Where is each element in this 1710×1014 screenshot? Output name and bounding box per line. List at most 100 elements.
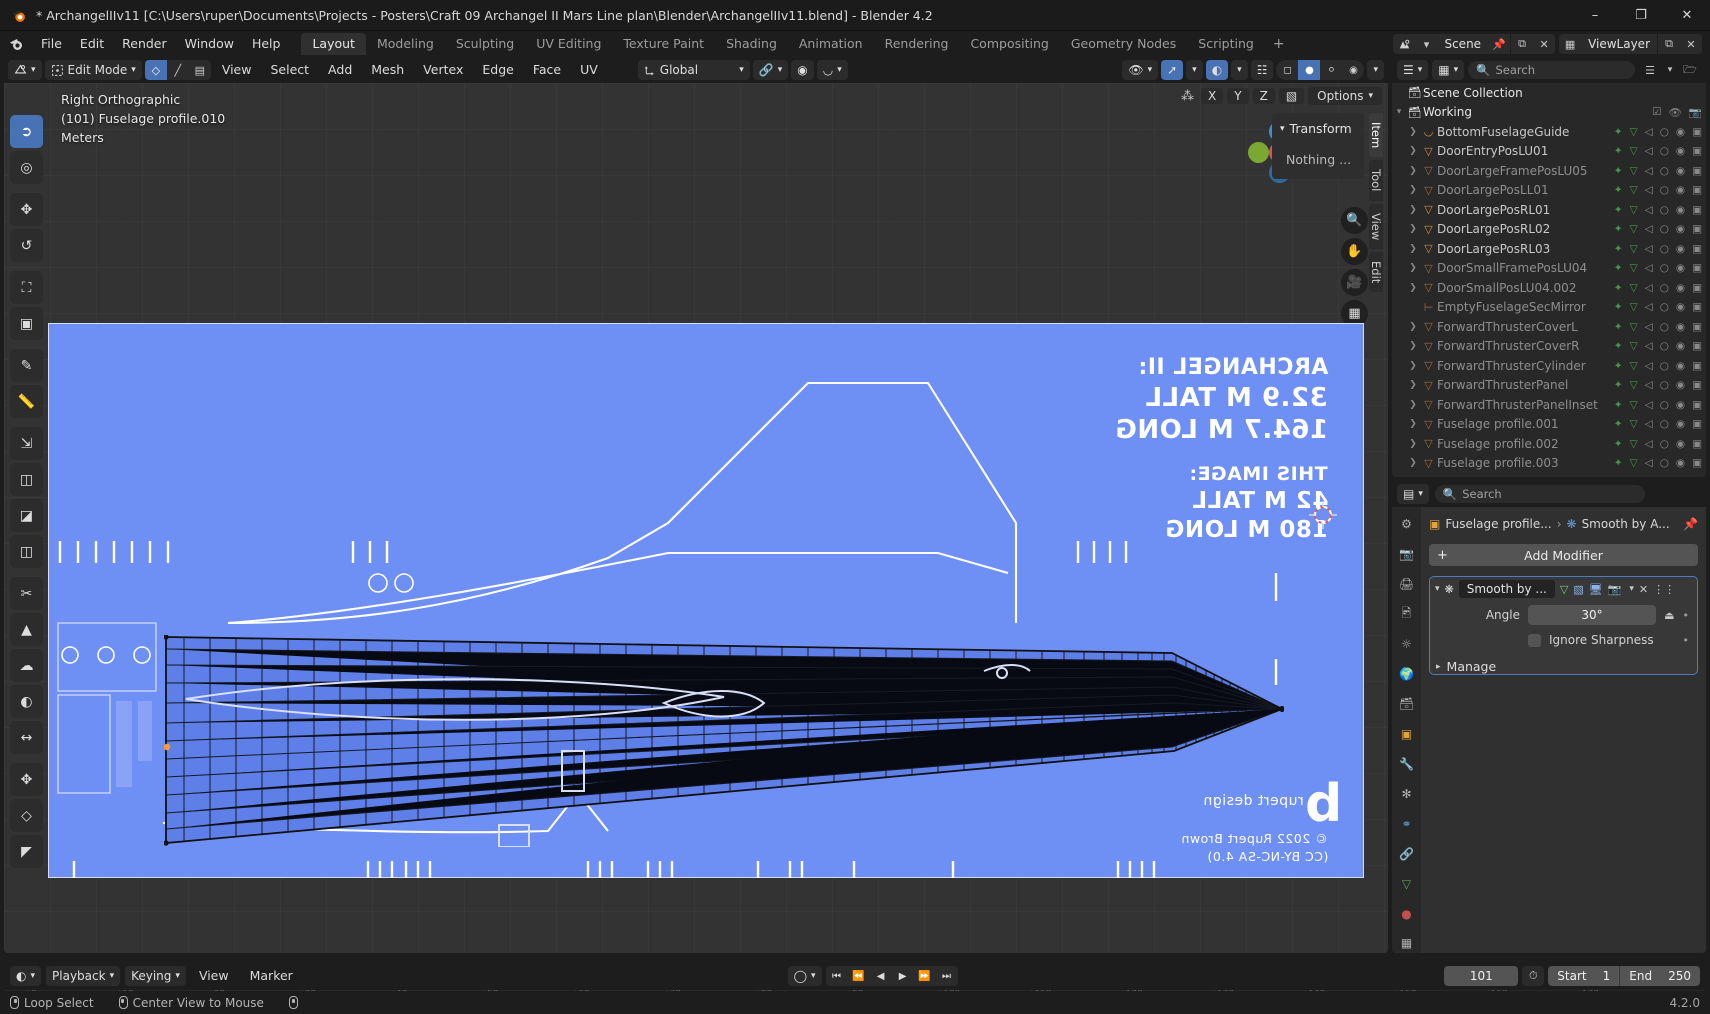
outliner-object-row[interactable]: ❯ ▽ ForwardThrusterPanelInset ✦ ▽ ◁ ○ ◉ ▣	[1392, 395, 1706, 415]
tool-bevel-icon[interactable]: ◪	[10, 499, 43, 532]
modifier-name[interactable]: Smooth by ...	[1458, 580, 1555, 598]
play-reverse-button[interactable]: ◀	[870, 966, 892, 986]
disable-in-viewports-icon[interactable]: ○	[1660, 301, 1669, 313]
camera-icon[interactable]: ▣	[1692, 282, 1702, 294]
ignore-sharpness-checkbox[interactable]	[1528, 633, 1541, 647]
expand-chevron-icon[interactable]: ❯	[1406, 380, 1420, 390]
new-scene-icon[interactable]: ⧉	[1511, 34, 1533, 54]
timeline-marker-menu[interactable]: Marker	[242, 966, 301, 986]
disable-in-viewports-icon[interactable]: ○	[1660, 418, 1669, 430]
hide-in-viewport-icon[interactable]: ◁	[1645, 301, 1653, 313]
properties-tab-collection[interactable]: 🗃	[1396, 695, 1417, 714]
realtime-display-icon[interactable]: ▧	[1573, 583, 1583, 596]
camera-icon[interactable]: ▣	[1692, 399, 1702, 411]
camera-icon[interactable]: ▣	[1692, 184, 1702, 196]
menu-help[interactable]: Help	[243, 33, 290, 55]
camera-icon[interactable]: ▣	[1692, 145, 1702, 157]
properties-tab-world[interactable]: 🌍	[1396, 665, 1417, 684]
eye-icon[interactable]: ◉	[1676, 438, 1685, 450]
tool-inset-faces-icon[interactable]: ◫	[10, 463, 43, 496]
shading-solid-icon[interactable]: ●	[1298, 60, 1321, 80]
hide-in-viewport-icon[interactable]: ◁	[1645, 457, 1653, 469]
viewlayer-name[interactable]: ViewLayer	[1581, 34, 1657, 54]
properties-tab-constraints[interactable]: 🔗	[1396, 844, 1417, 863]
modifier-badge-icon[interactable]: ✦	[1614, 418, 1623, 430]
hide-in-viewport-icon[interactable]: ◁	[1645, 243, 1653, 255]
shading-material-icon[interactable]: ⚪	[1320, 60, 1342, 80]
interaction-mode-selector[interactable]: Edit Mode ▾	[44, 60, 142, 80]
auto-keying-toggle[interactable]: ◯ ▾	[787, 966, 822, 986]
play-button[interactable]: ▶	[892, 966, 914, 986]
jump-to-start-button[interactable]: ⏮	[826, 966, 848, 986]
properties-tab-scene[interactable]: ☼	[1396, 635, 1417, 654]
disable-in-viewports-icon[interactable]: ○	[1660, 262, 1669, 274]
camera-icon[interactable]: ▣	[1692, 360, 1702, 372]
scene-selector[interactable]: ▾ Scene 📌 ⧉ ✕	[1393, 34, 1556, 54]
timeline-playback-menu[interactable]: Playback ▾	[46, 966, 121, 986]
menu-file[interactable]: File	[32, 33, 71, 55]
remove-viewlayer-icon[interactable]: ✕	[1680, 34, 1702, 54]
chevron-down-icon[interactable]: ▾	[1435, 584, 1440, 594]
tool-smooth-icon[interactable]: ◐	[10, 685, 43, 718]
modifier-badge-icon[interactable]: ✦	[1614, 438, 1623, 450]
camera-icon[interactable]: ▣	[1692, 301, 1702, 313]
tool-extrude-icon[interactable]: ⇲	[10, 427, 43, 460]
tool-tweak-icon[interactable]: ➲	[10, 115, 43, 148]
expand-chevron-icon[interactable]: ❯	[1406, 341, 1420, 351]
properties-editor-type-button[interactable]: ▤ ▾	[1397, 484, 1429, 504]
camera-icon[interactable]: ▣	[1692, 126, 1702, 138]
blender-menu-icon[interactable]	[8, 36, 24, 52]
breadcrumb-object-label[interactable]: Fuselage profile...	[1445, 517, 1551, 531]
viewport-menu-edge[interactable]: Edge	[474, 60, 521, 80]
hide-in-viewport-icon[interactable]: ◁	[1645, 379, 1653, 391]
hide-in-viewport-icon[interactable]: 👁	[1669, 106, 1682, 119]
start-frame-field[interactable]: Start 1	[1548, 966, 1619, 986]
disable-in-viewports-icon[interactable]: ○	[1660, 282, 1669, 294]
mesh-data-badge-icon[interactable]: ▽	[1630, 379, 1638, 391]
zoom-view-button[interactable]: 🔍	[1341, 207, 1368, 234]
outliner-object-row[interactable]: ❯ ▽ Fuselage profile.002 ✦ ▽ ◁ ○ ◉ ▣	[1392, 434, 1706, 454]
proportional-falloff-button[interactable]: ◡ ▾	[816, 60, 848, 80]
angle-value-field[interactable]: 30°	[1528, 605, 1657, 625]
mesh-data-badge-icon[interactable]: ▽	[1630, 165, 1638, 177]
toggle-camera-view-button[interactable]: 🎥	[1341, 269, 1368, 296]
eye-icon[interactable]: ◉	[1676, 126, 1685, 138]
mesh-data-badge-icon[interactable]: ▽	[1630, 399, 1638, 411]
properties-tab-material[interactable]: ●	[1396, 904, 1417, 923]
properties-tab-view-layer[interactable]: 🖻	[1396, 605, 1417, 624]
extras-dot-icon[interactable]: •	[1683, 609, 1690, 622]
visibility-selectability-button[interactable]: 👁 ▾	[1122, 60, 1159, 80]
mesh-data-badge-icon[interactable]: ▽	[1630, 438, 1638, 450]
tab-scripting[interactable]: Scripting	[1187, 33, 1265, 55]
eye-icon[interactable]: ◉	[1676, 145, 1685, 157]
outliner-object-row[interactable]: ⊢ EmptyFuselageSecMirror ✦ ▽ ◁ ○ ◉ ▣	[1392, 298, 1706, 318]
render-display-icon[interactable]: 📷	[1608, 583, 1622, 596]
expand-chevron-icon[interactable]: ❯	[1406, 205, 1420, 215]
tab-shading[interactable]: Shading	[715, 33, 788, 55]
tool-rip-region-icon[interactable]: ◤	[10, 835, 43, 868]
outliner-object-row[interactable]: ❯▽Fuselage profile.004✦▽◁○◉▣	[1392, 473, 1706, 477]
eye-icon[interactable]: ◉	[1676, 165, 1685, 177]
camera-icon[interactable]: ▣	[1692, 262, 1702, 274]
properties-tab-texture[interactable]: ▦	[1396, 934, 1417, 953]
modifier-badge-icon[interactable]: ✦	[1614, 321, 1623, 333]
outliner-scene-collection-row[interactable]: 🗃 Scene Collection	[1392, 83, 1706, 103]
outliner-object-row[interactable]: ❯ ▽ DoorSmallPosLU04.002 ✦ ▽ ◁ ○ ◉ ▣	[1392, 278, 1706, 298]
edit-mesh-fuselage[interactable]	[164, 635, 1284, 847]
delete-modifier-icon[interactable]: ✕	[1639, 583, 1648, 596]
tool-poly-build-icon[interactable]: ▲	[10, 613, 43, 646]
stopwatch-icon[interactable]: ⏱	[1522, 966, 1545, 986]
manage-section-header[interactable]: ▸ Manage	[1430, 651, 1697, 674]
outliner-object-row[interactable]: ❯ ▽ Fuselage profile.003 ✦ ▽ ◁ ○ ◉ ▣	[1392, 454, 1706, 474]
hide-in-viewport-icon[interactable]: ◁	[1645, 204, 1653, 216]
pin-id-icon[interactable]: 📌	[1683, 517, 1698, 531]
current-frame-field[interactable]: 101	[1444, 966, 1519, 986]
disable-in-viewports-icon[interactable]: ○	[1660, 145, 1669, 157]
hide-in-viewport-icon[interactable]: ◁	[1645, 399, 1653, 411]
mesh-data-badge-icon[interactable]: ▽	[1630, 243, 1638, 255]
disable-in-viewports-icon[interactable]: ○	[1660, 126, 1669, 138]
mesh-data-badge-icon[interactable]: ▽	[1630, 340, 1638, 352]
maximize-button[interactable]: ❐	[1618, 0, 1664, 31]
pin-icon[interactable]: 📌	[1488, 34, 1510, 54]
modifier-badge-icon[interactable]: ✦	[1614, 223, 1623, 235]
